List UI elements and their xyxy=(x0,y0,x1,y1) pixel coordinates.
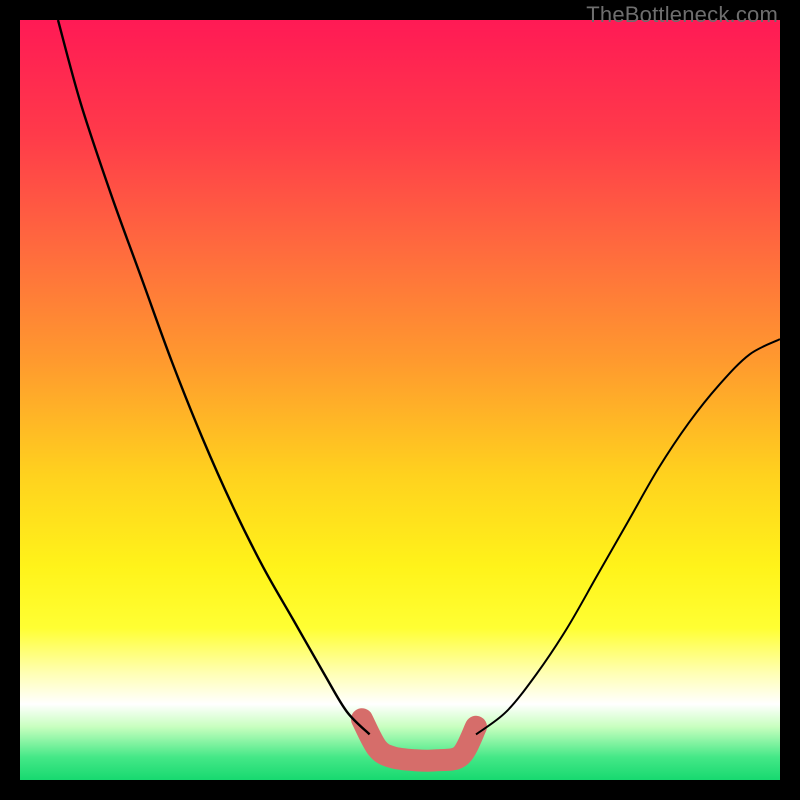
plot-area xyxy=(20,20,780,780)
series-bottom-band xyxy=(362,719,476,761)
series-right-curve xyxy=(476,339,780,734)
curve-layer xyxy=(20,20,780,780)
chart-frame: TheBottleneck.com xyxy=(0,0,800,800)
watermark-text: TheBottleneck.com xyxy=(586,2,778,28)
series-left-curve xyxy=(58,20,370,734)
